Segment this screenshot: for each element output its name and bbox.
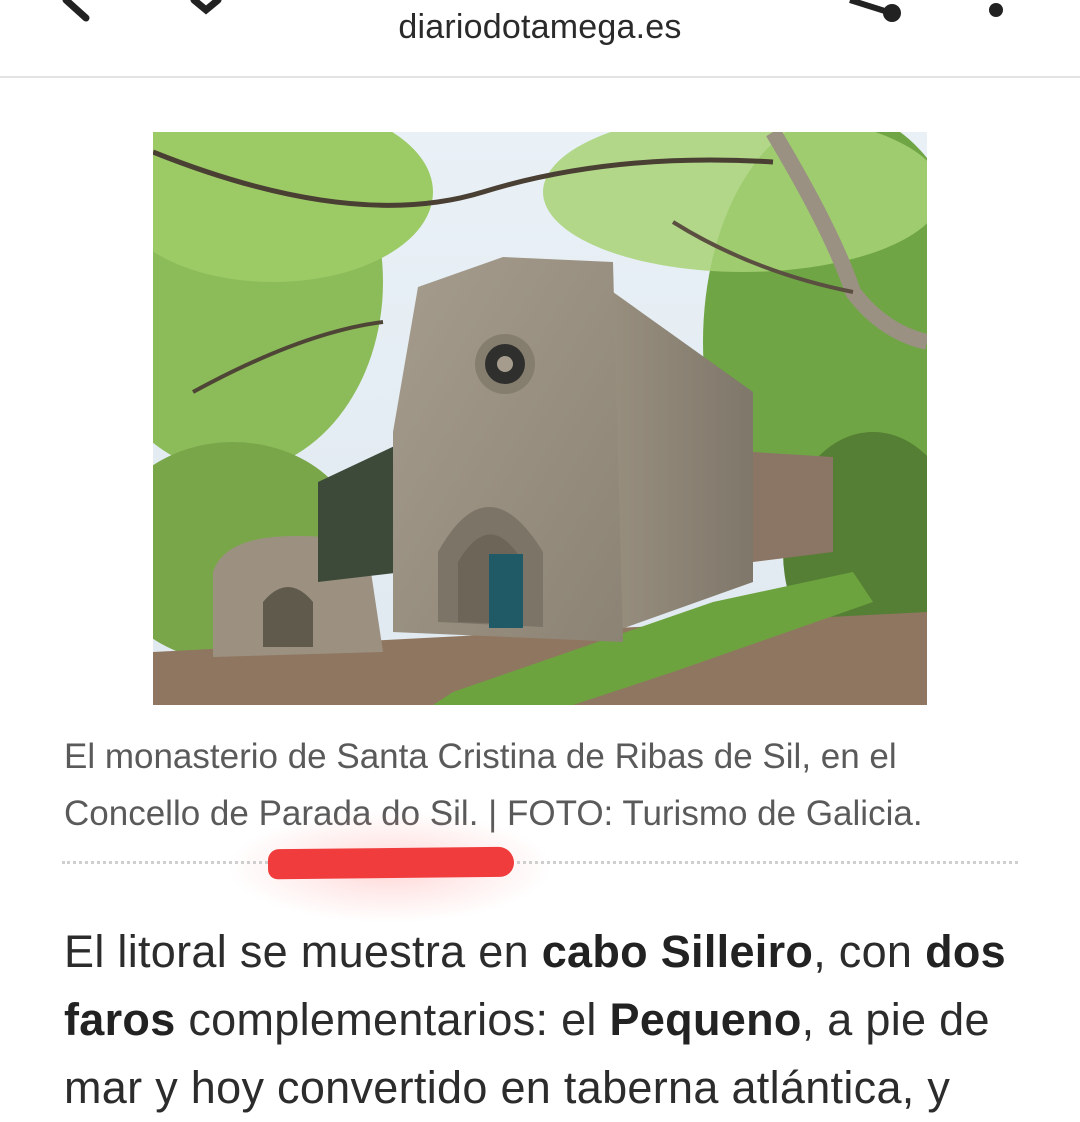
- caption-line-1: El monasterio de Santa Cristina de Ribas…: [64, 737, 897, 776]
- article-paragraph: El litoral se muestra en cabo Silleiro, …: [64, 918, 1034, 1122]
- more-icon[interactable]: [972, 0, 1012, 30]
- url-bar[interactable]: diariodotamega.es: [0, 8, 1080, 47]
- article-text: complementarios: el: [175, 994, 610, 1045]
- browser-top-bar: diariodotamega.es: [0, 0, 1080, 78]
- caption-line-2: Concello de Parada do Sil. | FOTO: Turis…: [64, 794, 923, 833]
- article-photo: [153, 132, 927, 705]
- caption-divider: [62, 861, 1018, 864]
- article-text: El litoral se muestra en: [64, 926, 542, 977]
- photo-caption: El monasterio de Santa Cristina de Ribas…: [64, 728, 1024, 842]
- article-bold-text: Pequeno: [609, 994, 802, 1045]
- article-bold-text: cabo Silleiro: [541, 926, 814, 977]
- share-icon[interactable]: [836, 0, 916, 30]
- red-underline-annotation: [267, 846, 515, 880]
- article-text: , con: [813, 926, 926, 977]
